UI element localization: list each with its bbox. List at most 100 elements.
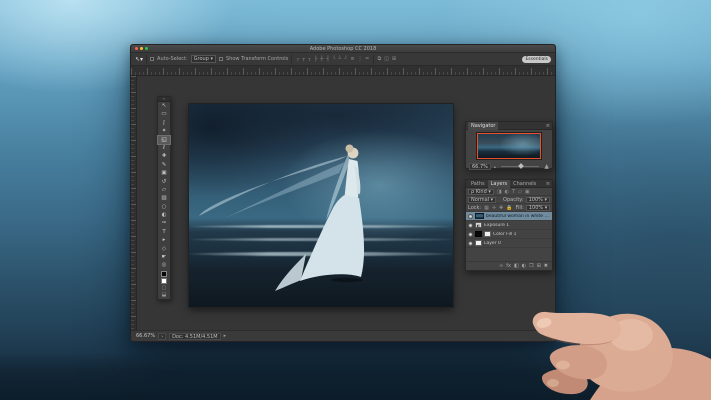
panel-menu-icon[interactable]: ≡ [546,123,550,129]
zoom-in-icon[interactable]: ▲ [544,163,549,170]
visibility-eye-icon[interactable] [468,232,473,237]
fill-layer-thumbnail[interactable] [475,231,482,237]
layer-row[interactable]: Color Fill 1 [466,230,552,239]
icon[interactable]: ⧉ [377,56,383,62]
adjustment-layer-icon[interactable]: ◐ [522,263,526,269]
layer-row[interactable]: Layer 0 [466,239,552,248]
eraser-tool[interactable]: ▱ [158,186,170,194]
icon[interactable]: ⋮ [357,56,364,62]
status-arrow-icon[interactable]: ▸ [224,333,227,339]
icon[interactable]: ┐ [307,56,312,62]
tab-navigator[interactable]: Navigator [468,122,498,130]
opacity-field[interactable]: 100% ▾ [526,197,550,203]
brush-tool[interactable]: ✎ [158,161,170,169]
color-swatches [160,271,168,284]
icon[interactable]: ◐ [504,189,510,195]
layer-mask-thumbnail[interactable] [484,231,491,237]
fill-label: Fill: [515,205,523,211]
icon[interactable]: ═ [365,56,370,62]
layers-panel-footer: ∞fx◧◐❒ ⊞✖ [466,261,552,270]
move-tool[interactable]: ↖ [158,102,170,110]
layer-thumbnail[interactable] [475,240,482,246]
dodge-tool[interactable]: ◐ [158,211,170,219]
icon[interactable]: ┬ [301,56,306,62]
background-color-swatch[interactable] [161,278,167,284]
auto-select-dropdown[interactable]: Group ▾ [191,55,216,63]
icon[interactable]: ├ [313,56,318,62]
adjustment-layer-icon[interactable]: ◐ [475,222,482,228]
zoom-out-icon[interactable]: ▴ [494,164,496,169]
lasso-tool[interactable]: ʃ [158,119,170,127]
panel-menu-icon[interactable]: ≡ [546,181,550,187]
layer-thumbnail[interactable] [475,213,484,219]
document-canvas[interactable] [189,104,453,307]
icon[interactable]: ▦ [483,205,490,211]
icon[interactable]: ▱ [517,189,523,195]
tab-channels[interactable]: Channels [510,180,539,188]
type-tool[interactable]: T [158,228,170,236]
visibility-eye-icon[interactable] [468,241,473,246]
desktop-scene: Adobe Photoshop CC 2018 ↖▾ Auto-Select: … [0,0,711,400]
layer-mask-icon[interactable]: ◧ [514,263,519,269]
layer-row[interactable]: ◐Exposure 1 [466,221,552,230]
window-title: Adobe Photoshop CC 2018 [131,45,555,53]
new-layer-icon[interactable]: ⊞ [537,263,541,269]
path-selection-tool[interactable]: ▸ [158,236,170,244]
blur-tool[interactable]: ○ [158,203,170,211]
icon[interactable]: ◫ [383,56,390,62]
new-group-icon[interactable]: ❒ [529,263,533,269]
zoom-tool[interactable]: ◎ [158,261,170,269]
navigator-zoom-slider[interactable] [499,163,541,170]
icon[interactable]: ┼ [319,56,324,62]
delete-layer-icon[interactable]: ✖ [544,263,548,269]
thumb [533,312,621,344]
divider [373,55,374,64]
shape-tool[interactable]: ◇ [158,245,170,253]
status-chevron[interactable]: › [158,333,166,340]
layer-name: Color Fill 1 [493,232,516,237]
crop-tool[interactable]: ◱ [158,136,170,144]
blend-mode-dropdown[interactable]: Normal ▾ [468,197,496,203]
icon[interactable]: ⊞ [391,56,397,62]
hand-tool[interactable]: ☛ [158,253,170,261]
icon[interactable]: 🔒 [505,205,513,211]
foreground-color-swatch[interactable] [161,271,167,277]
icon[interactable]: ┘ [343,56,348,62]
icon[interactable]: ✛ [491,205,497,211]
layer-row[interactable]: beautiful woman in white dress on the be… [466,212,552,221]
navigator-thumbnail[interactable] [477,133,541,159]
icon[interactable]: ◨ [496,189,503,195]
icon[interactable]: T [511,189,516,195]
move-tool-preset-icon[interactable]: ↖▾ [135,56,143,63]
eyedropper-tool[interactable]: ℓ [158,144,170,152]
icon[interactable]: ┌ [295,56,300,62]
visibility-eye-icon[interactable] [468,223,473,228]
gradient-tool[interactable]: ▨ [158,194,170,202]
healing-brush-tool[interactable]: ✚ [158,152,170,160]
auto-select-checkbox[interactable] [150,57,154,61]
icon[interactable]: ✚ [498,205,504,211]
layer-style-icon[interactable]: fx [506,263,511,269]
icon[interactable]: ▣ [524,189,531,195]
pen-tool[interactable]: ✑ [158,219,170,227]
workspace-switcher-button[interactable]: Essentials [522,56,551,63]
clone-stamp-tool[interactable]: ▣ [158,169,170,177]
fill-field[interactable]: 100% ▾ [526,205,550,211]
quick-mask-button[interactable]: ▢ [158,285,170,292]
link-layers-icon[interactable]: ∞ [499,263,503,269]
icon[interactable]: └ [331,56,336,62]
history-brush-tool[interactable]: ↺ [158,178,170,186]
filter-kind-dropdown[interactable]: ρ Kind ▾ [468,189,494,195]
icon[interactable]: ┤ [325,56,330,62]
quick-selection-tool[interactable]: ✦ [158,127,170,135]
show-transform-checkbox[interactable] [219,57,223,61]
tab-layers[interactable]: Layers [488,180,511,188]
tab-paths[interactable]: Paths [468,180,488,188]
screen-mode-button[interactable]: ⬓ [158,292,170,299]
zoom-level-field[interactable]: 66.67% [136,333,155,339]
navigator-zoom-field[interactable]: 66.7% [469,163,491,170]
marquee-tool[interactable]: ▭ [158,110,170,118]
icon[interactable]: ≡ [349,56,355,62]
icon[interactable]: ┴ [337,56,342,62]
visibility-eye-icon[interactable] [468,214,473,219]
